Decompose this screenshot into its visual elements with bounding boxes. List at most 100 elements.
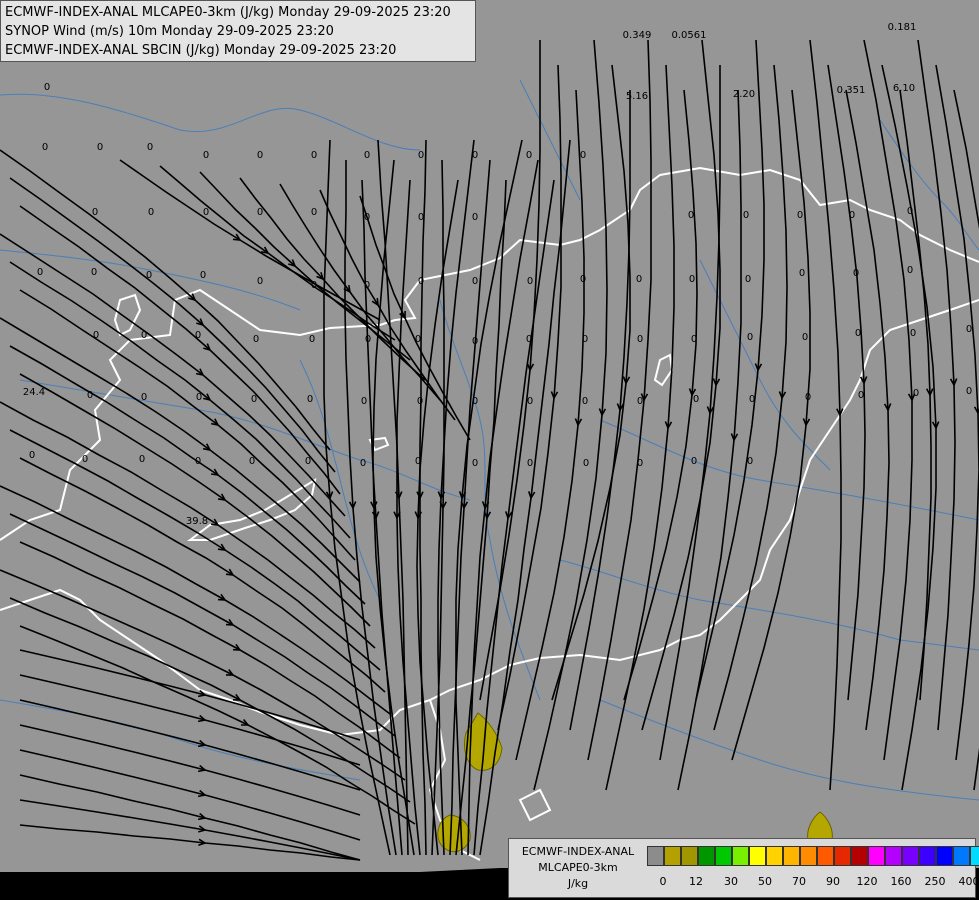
legend-tick: 50 <box>758 875 772 888</box>
legend-swatch <box>766 846 783 866</box>
cin-value-label: 0 <box>311 150 317 161</box>
legend-swatch <box>698 846 715 866</box>
cin-value-label: 0 <box>148 207 154 218</box>
legend-tick: 400 <box>958 875 979 888</box>
cin-value-label: 0 <box>146 270 152 281</box>
cin-value-label: 0 <box>87 390 93 401</box>
legend-swatch <box>715 846 732 866</box>
cin-value-label: 0 <box>907 206 913 217</box>
cin-value-label: 0.0561 <box>672 30 707 41</box>
cin-value-label: 0.181 <box>888 22 917 33</box>
cin-value-label: 0 <box>257 207 263 218</box>
legend-tick: 90 <box>826 875 840 888</box>
map-header: ECMWF-INDEX-ANAL MLCAPE0-3km (J/kg) Mond… <box>0 0 476 62</box>
cin-value-label: 0 <box>583 458 589 469</box>
cin-value-label: 0 <box>747 456 753 467</box>
legend-swatch <box>664 846 681 866</box>
cin-value-label: 0 <box>364 150 370 161</box>
cin-value-label: 0 <box>418 276 424 287</box>
cin-value-label: 0 <box>91 267 97 278</box>
cin-value-label: 0 <box>360 458 366 469</box>
cin-value-label: 0 <box>195 456 201 467</box>
cin-value-label: 0 <box>691 334 697 345</box>
cin-value-label: 0 <box>37 267 43 278</box>
cin-value-label: 24.4 <box>23 387 45 398</box>
cin-value-label: 0 <box>147 142 153 153</box>
cin-value-label: 0 <box>92 207 98 218</box>
cin-value-label: 0 <box>311 207 317 218</box>
cin-value-label: 0 <box>858 390 864 401</box>
legend-swatch <box>749 846 766 866</box>
cin-value-label: 0 <box>305 456 311 467</box>
cin-value-label: 0 <box>805 392 811 403</box>
legend-parameter: MLCAPE0-3km <box>538 861 618 874</box>
cin-value-label: 0 <box>910 328 916 339</box>
legend-swatch <box>885 846 902 866</box>
cin-value-label: 0 <box>472 150 478 161</box>
cin-value-label: 5.16 <box>626 91 648 102</box>
legend-tick: 12 <box>689 875 703 888</box>
cin-value-label: 39.8 <box>186 516 208 527</box>
cin-value-label: 0 <box>311 280 317 291</box>
cin-value-label: 0 <box>361 396 367 407</box>
legend-swatch <box>681 846 698 866</box>
cin-value-label: 0 <box>749 394 755 405</box>
cin-value-label: 0 <box>29 450 35 461</box>
legend-tick: 30 <box>724 875 738 888</box>
cin-value-label: 0 <box>527 276 533 287</box>
cin-value-label: 0 <box>582 396 588 407</box>
cin-value-label: 0 <box>853 268 859 279</box>
cin-value-label: 0 <box>257 150 263 161</box>
legend-tick: 0 <box>659 875 667 888</box>
cin-value-label: 0 <box>637 458 643 469</box>
cin-value-label: 0 <box>364 280 370 291</box>
legend-swatch <box>647 846 664 866</box>
cin-value-label: 0 <box>472 336 478 347</box>
cin-value-label: 0 <box>747 332 753 343</box>
legend-swatch <box>919 846 936 866</box>
legend-swatch <box>868 846 885 866</box>
cin-value-label: 0 <box>418 212 424 223</box>
cin-value-label: 0 <box>44 82 50 93</box>
cin-value-label: 0 <box>580 150 586 161</box>
cin-value-label: 0 <box>203 207 209 218</box>
legend-swatch <box>732 846 749 866</box>
legend-swatch <box>817 846 834 866</box>
cin-value-label: 0 <box>196 392 202 403</box>
cin-value-label: 0 <box>415 456 421 467</box>
legend-swatch <box>953 846 970 866</box>
cin-value-label: 0 <box>307 394 313 405</box>
header-title-wind: SYNOP Wind (m/s) 10m Monday 29-09-2025 2… <box>5 24 334 39</box>
legend-swatch <box>834 846 851 866</box>
cin-value-label: 0 <box>139 454 145 465</box>
cin-value-label: 0 <box>526 334 532 345</box>
cin-value-label: 0 <box>97 142 103 153</box>
cin-value-label: 0 <box>855 328 861 339</box>
cin-value-label: 0 <box>582 334 588 345</box>
cin-value-label: 0 <box>802 332 808 343</box>
cin-value-label: 0 <box>637 334 643 345</box>
cin-value-label: 0 <box>907 265 913 276</box>
cin-value-label: 0 <box>527 458 533 469</box>
cin-value-label: 0 <box>309 334 315 345</box>
legend-source: ECMWF-INDEX-ANAL <box>521 845 635 858</box>
cin-value-label: 0 <box>42 142 48 153</box>
cin-value-label: 0 <box>472 212 478 223</box>
cin-value-label: 0 <box>693 394 699 405</box>
cin-value-label: 0 <box>966 386 972 397</box>
cin-value-label: 0 <box>364 212 370 223</box>
cin-value-label: 0 <box>691 456 697 467</box>
cin-value-label: 0 <box>743 210 749 221</box>
legend-color-scale <box>647 846 979 866</box>
cin-value-label: 0 <box>82 454 88 465</box>
cin-value-label: 0 <box>849 210 855 221</box>
legend-swatch <box>800 846 817 866</box>
cin-value-label: 0.351 <box>837 85 866 96</box>
cin-value-label: 0 <box>472 458 478 469</box>
cin-value-label: 0 <box>637 396 643 407</box>
header-title-cape: ECMWF-INDEX-ANAL MLCAPE0-3km (J/kg) Mond… <box>5 5 451 20</box>
cin-value-label: 0 <box>966 324 972 335</box>
legend-unit: J/kg <box>567 877 589 890</box>
cin-value-label: 0 <box>688 210 694 221</box>
cin-value-label: 0 <box>93 330 99 341</box>
